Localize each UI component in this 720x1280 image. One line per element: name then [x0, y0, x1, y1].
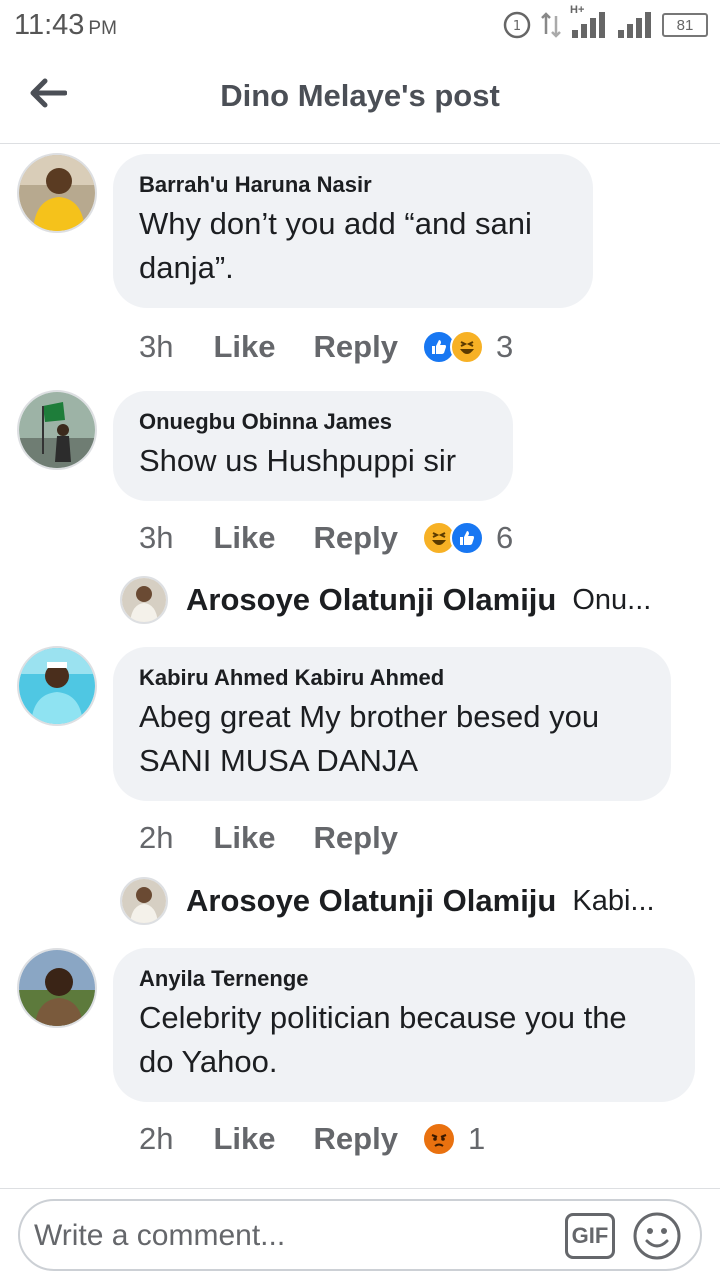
comment-author[interactable]: Barrah'u Haruna Nasir — [139, 170, 567, 200]
comment-time[interactable]: 3h — [139, 329, 173, 365]
angry-reaction-icon — [421, 1122, 456, 1156]
status-clock: 11:43 PM — [14, 9, 117, 42]
reaction-summary[interactable]: 6 — [421, 520, 514, 556]
reaction-count: 1 — [467, 1121, 486, 1156]
comment-bubble[interactable]: Kabiru Ahmed Kabiru Ahmed Abeg great My … — [113, 647, 671, 801]
battery-level: 81 — [676, 16, 694, 34]
status-time: 11:43 — [14, 9, 85, 41]
comment-input[interactable] — [34, 1215, 554, 1257]
like-reaction-icon — [449, 521, 484, 555]
avatar-image — [122, 578, 166, 622]
comment-bubble[interactable]: Anyila Ternenge Celebrity politician bec… — [113, 948, 695, 1102]
avatar — [120, 576, 168, 624]
comment-text: Why don’t you add “and sani danja”. — [139, 206, 532, 285]
signal-hplus: H+ — [570, 4, 608, 40]
reply-snippet: Kabi... — [572, 884, 655, 917]
comments-list: Barrah'u Haruna Nasir Why don’t you add … — [0, 145, 720, 1188]
reaction-count: 3 — [495, 329, 514, 364]
comment-time[interactable]: 2h — [139, 820, 173, 856]
gif-label: GIF — [571, 1223, 609, 1248]
status-ampm: PM — [88, 18, 117, 39]
top-bar: Dino Melaye's post — [0, 50, 720, 144]
comment-composer-bar: GIF — [0, 1188, 720, 1280]
comment-author[interactable]: Anyila Ternenge — [139, 964, 669, 994]
signal-bars-icon-2 — [618, 12, 651, 38]
svg-text:1: 1 — [513, 19, 521, 34]
comment-author[interactable]: Kabiru Ahmed Kabiru Ahmed — [139, 663, 645, 693]
page-title: Dino Melaye's post — [220, 78, 500, 113]
avatar-image — [122, 879, 166, 923]
avatar-image — [19, 950, 95, 1026]
avatar[interactable] — [17, 390, 97, 470]
haha-reaction-icon — [449, 330, 484, 364]
reply-preview[interactable]: Arosoye Olatunji Olamiju Kabi... — [120, 875, 655, 927]
like-button[interactable]: Like — [213, 1121, 275, 1157]
status-icons: 1 H+ 81 — [502, 4, 708, 40]
avatar-image — [19, 648, 95, 724]
avatar — [120, 877, 168, 925]
comment-time[interactable]: 2h — [139, 1121, 173, 1157]
smiley-face-icon — [633, 1212, 681, 1260]
comment-actions: 3h Like Reply 6 — [139, 516, 513, 560]
status-bar: 11:43 PM 1 H+ 81 — [0, 0, 720, 50]
reply-snippet: Onu... — [572, 583, 652, 616]
comment-composer: GIF — [18, 1199, 702, 1271]
comment-bubble[interactable]: Onuegbu Obinna James Show us Hushpuppi s… — [113, 391, 513, 501]
reply-preview[interactable]: Arosoye Olatunji Olamiju Onu... — [120, 574, 651, 626]
reply-button[interactable]: Reply — [314, 329, 398, 365]
reaction-count: 6 — [495, 520, 514, 555]
comment-actions: 3h Like Reply 3 — [139, 325, 513, 369]
gif-button[interactable]: GIF — [565, 1213, 615, 1259]
comment-actions: 2h Like Reply — [139, 816, 398, 860]
comment-text: Abeg great My brother besed you SANI MUS… — [139, 699, 600, 778]
comment-bubble[interactable]: Barrah'u Haruna Nasir Why don’t you add … — [113, 154, 593, 308]
avatar-image — [19, 155, 95, 231]
comment-author[interactable]: Onuegbu Obinna James — [139, 407, 487, 437]
data-transfer-icon — [541, 12, 561, 38]
avatar-image — [19, 392, 95, 468]
emoji-button[interactable] — [632, 1211, 682, 1261]
like-button[interactable]: Like — [213, 329, 275, 365]
reply-button[interactable]: Reply — [314, 820, 398, 856]
signal-bars-icon — [572, 12, 605, 38]
comment-actions: 2h Like Reply 1 — [139, 1117, 485, 1161]
avatar[interactable] — [17, 646, 97, 726]
reply-button[interactable]: Reply — [314, 1121, 398, 1157]
reply-author: Arosoye Olatunji Olamiju — [186, 582, 557, 617]
reaction-summary[interactable]: 1 — [421, 1121, 486, 1157]
reply-author: Arosoye Olatunji Olamiju — [186, 883, 557, 918]
avatar[interactable] — [17, 153, 97, 233]
like-button[interactable]: Like — [213, 820, 275, 856]
sim-icon: 1 — [503, 11, 531, 39]
comment-text: Show us Hushpuppi sir — [139, 443, 457, 478]
comment-time[interactable]: 3h — [139, 520, 173, 556]
comment-text: Celebrity politician because you the do … — [139, 1000, 627, 1079]
reaction-summary[interactable]: 3 — [421, 329, 514, 365]
like-button[interactable]: Like — [213, 520, 275, 556]
reply-button[interactable]: Reply — [314, 520, 398, 556]
battery-icon: 81 — [662, 13, 708, 37]
avatar[interactable] — [17, 948, 97, 1028]
